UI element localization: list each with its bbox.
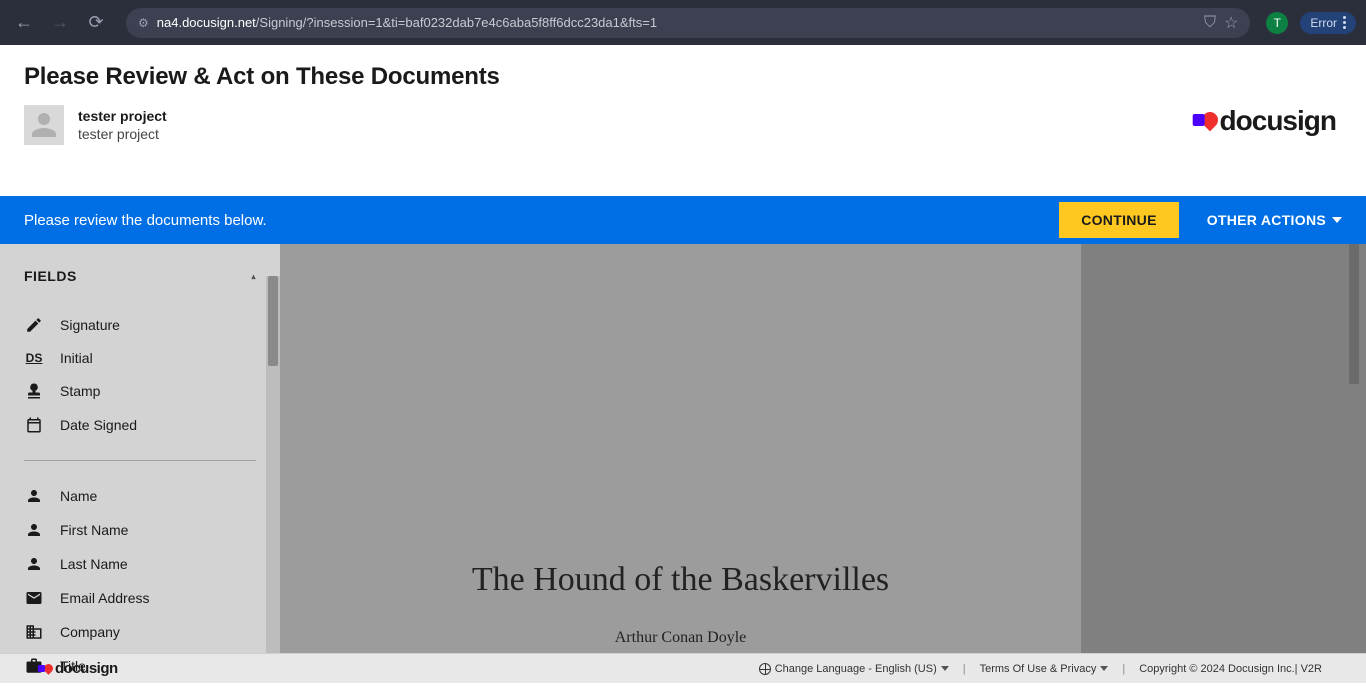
- copyright-text: Copyright © 2024 Docusign Inc.| V2R: [1139, 663, 1322, 675]
- url-text: na4.docusign.net/Signing/?insession=1&ti…: [157, 15, 657, 30]
- document-title: The Hound of the Baskervilles: [472, 561, 889, 599]
- document-viewport[interactable]: The Hound of the Baskervilles Arthur Con…: [280, 244, 1366, 653]
- field-label: Initial: [60, 350, 93, 366]
- chevron-down-icon: [1100, 666, 1108, 671]
- chevron-down-icon: [1332, 217, 1342, 223]
- field-first-name[interactable]: First Name: [0, 513, 280, 547]
- person-placeholder-icon: [26, 107, 62, 143]
- language-selector[interactable]: Change Language - English (US): [759, 663, 949, 675]
- field-label: First Name: [60, 522, 128, 538]
- action-bar: Please review the documents below. CONTI…: [0, 196, 1366, 244]
- terms-link[interactable]: Terms Of Use & Privacy: [980, 663, 1109, 675]
- separator: |: [963, 663, 966, 675]
- field-label: Name: [60, 488, 97, 504]
- profile-avatar[interactable]: T: [1266, 12, 1288, 34]
- field-date-signed[interactable]: Date Signed: [0, 408, 280, 442]
- bookmark-icon[interactable]: ☆: [1224, 13, 1238, 33]
- fields-heading: FIELDS: [24, 268, 77, 284]
- field-initial[interactable]: DS Initial: [0, 342, 280, 374]
- field-last-name[interactable]: Last Name: [0, 547, 280, 581]
- site-settings-icon[interactable]: ⚙: [138, 16, 149, 30]
- email-icon: [24, 589, 44, 607]
- document-page[interactable]: The Hound of the Baskervilles Arthur Con…: [280, 244, 1081, 653]
- document-scrollbar[interactable]: [1345, 244, 1359, 653]
- globe-icon: [759, 663, 771, 675]
- arrow-right-icon: →: [51, 12, 69, 33]
- date-icon: [24, 416, 44, 434]
- field-stamp[interactable]: Stamp: [0, 374, 280, 408]
- initial-icon: DS: [24, 351, 44, 365]
- document-author: Arthur Conan Doyle: [615, 629, 747, 647]
- field-divider: [24, 460, 256, 461]
- arrow-left-icon: ←: [15, 12, 33, 33]
- field-label: Date Signed: [60, 417, 137, 433]
- back-button[interactable]: ←: [10, 9, 38, 37]
- kebab-menu-icon: [1343, 16, 1346, 29]
- document-scroll-thumb[interactable]: [1349, 244, 1359, 384]
- page-title: Please Review & Act on These Documents: [24, 63, 1342, 91]
- other-actions-dropdown[interactable]: OTHER ACTIONS: [1207, 212, 1342, 228]
- reload-icon: ⟳: [88, 12, 103, 33]
- collapse-icon[interactable]: ▴: [251, 272, 256, 281]
- field-label: Stamp: [60, 383, 100, 399]
- address-bar[interactable]: ⚙ na4.docusign.net/Signing/?insession=1&…: [126, 8, 1250, 38]
- sender-name: tester project: [78, 107, 167, 125]
- continue-button[interactable]: CONTINUE: [1059, 202, 1179, 238]
- person-icon: [24, 555, 44, 573]
- person-icon: [24, 521, 44, 539]
- field-label: Company: [60, 624, 120, 640]
- person-icon: [24, 487, 44, 505]
- chevron-down-icon: [941, 666, 949, 671]
- field-email-address[interactable]: Email Address: [0, 581, 280, 615]
- document-gutter: [1081, 244, 1366, 653]
- main-area: FIELDS ▴ Signature DS Initial Stamp Date Sig…: [0, 244, 1366, 653]
- review-message: Please review the documents below.: [24, 212, 267, 229]
- field-name[interactable]: Name: [0, 479, 280, 513]
- browser-toolbar: ← → ⟳ ⚙ na4.docusign.net/Signing/?insess…: [0, 0, 1366, 45]
- sender-avatar: [24, 105, 64, 145]
- extension-icon[interactable]: ⛉: [1204, 14, 1216, 32]
- docusign-logo: docusign: [1202, 105, 1336, 137]
- stamp-icon: [24, 382, 44, 400]
- fields-sidebar: FIELDS ▴ Signature DS Initial Stamp Date Sig…: [0, 244, 280, 653]
- company-icon: [24, 623, 44, 641]
- field-company[interactable]: Company: [0, 615, 280, 649]
- sender-subtitle: tester project: [78, 125, 167, 143]
- logo-mark-icon: [1198, 109, 1221, 132]
- sidebar-scrollbar[interactable]: [266, 276, 280, 653]
- app-header: Please Review & Act on These Documents t…: [0, 45, 1366, 196]
- field-label: Signature: [60, 317, 120, 333]
- signature-icon: [24, 316, 44, 334]
- error-badge[interactable]: Error: [1300, 12, 1356, 34]
- reload-button[interactable]: ⟳: [82, 9, 110, 37]
- field-label: Email Address: [60, 590, 149, 606]
- field-label: Last Name: [60, 556, 128, 572]
- forward-button[interactable]: →: [46, 9, 74, 37]
- separator: |: [1122, 663, 1125, 675]
- field-label: Title: [60, 658, 86, 674]
- sidebar-scroll-thumb[interactable]: [268, 276, 278, 366]
- field-signature[interactable]: Signature: [0, 308, 280, 342]
